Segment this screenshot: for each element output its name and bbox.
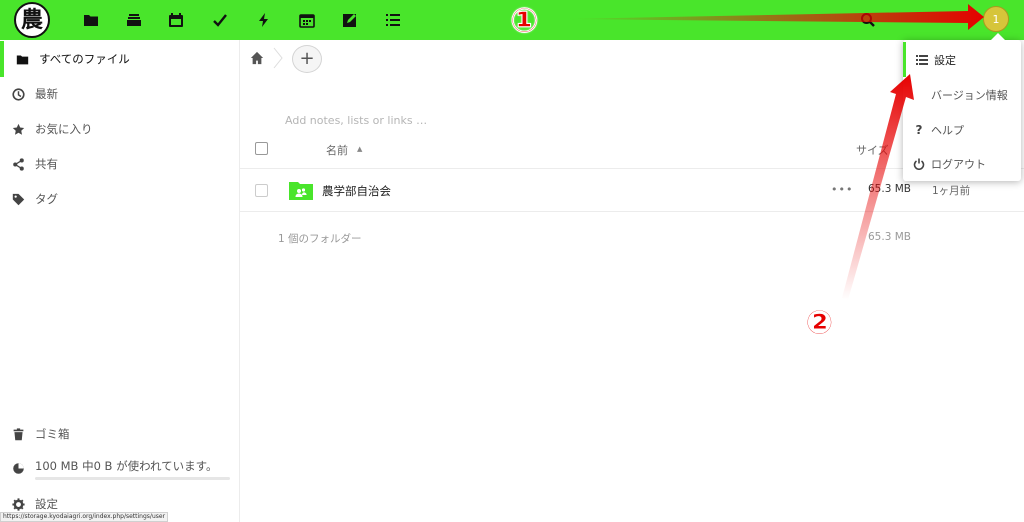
more-actions-icon[interactable]: ••• [831, 183, 853, 196]
trash-icon [10, 426, 26, 442]
help-icon: ? [915, 122, 923, 137]
power-icon [912, 157, 926, 171]
menu-item-about[interactable]: バージョン情報 [903, 77, 1021, 112]
files-app-icon[interactable] [79, 8, 103, 32]
sidebar-item-favorites[interactable]: お気に入り [0, 111, 239, 147]
sidebar-item-label: 最新 [35, 87, 58, 101]
menu-item-help[interactable]: ? ヘルプ [903, 112, 1021, 147]
tag-icon [10, 191, 26, 207]
summary-total-size: 65.3 MB [868, 231, 911, 243]
sidebar-item-label: タグ [35, 192, 58, 206]
calendar-app-icon[interactable] [164, 8, 188, 32]
sidebar-item-label: すべてのファイル [39, 52, 130, 66]
pie-chart-icon [10, 460, 26, 476]
file-size: 65.3 MB [868, 183, 911, 195]
logo[interactable]: 農 [14, 2, 50, 38]
add-new-button[interactable]: + [292, 45, 322, 73]
status-bar-url: https://storage.kyodaiagri.org/index.php… [0, 512, 169, 522]
deck-app-icon[interactable] [122, 8, 146, 32]
activity-app-icon[interactable] [252, 8, 276, 32]
sidebar-item-all-files[interactable]: すべてのファイル [0, 41, 239, 77]
menu-item-settings[interactable]: 設定 [903, 42, 1021, 77]
home-icon[interactable] [250, 51, 264, 65]
column-header-size[interactable]: サイズ [856, 142, 889, 158]
user-menu-dropdown: 設定 バージョン情報 ? ヘルプ ログアウト [903, 33, 1021, 181]
notes-app-icon[interactable] [338, 8, 362, 32]
gear-icon [10, 496, 26, 512]
settings-list-icon [915, 53, 929, 67]
star-icon [10, 121, 26, 137]
menu-item-label: ヘルプ [931, 123, 964, 137]
summary-folder-count: 1 個のフォルダー [278, 233, 362, 245]
row-checkbox[interactable] [255, 184, 268, 197]
menu-item-label: バージョン情報 [931, 88, 1008, 102]
quota-progress-bar [35, 477, 230, 480]
sidebar: すべてのファイル 最新 お気に入り 共有 タグ ゴミ箱 100 MB 中0 B … [0, 40, 240, 522]
menu-item-label: 設定 [934, 53, 956, 67]
breadcrumb-separator [273, 47, 283, 69]
logo-text: 農 [20, 7, 43, 33]
annotation-step-1: ① [510, 1, 540, 41]
sidebar-item-trash[interactable]: ゴミ箱 [0, 416, 239, 452]
menu-item-logout[interactable]: ログアウト [903, 146, 1021, 181]
tasks-app-icon[interactable] [208, 8, 232, 32]
avatar-text: 1 [992, 12, 1000, 26]
menu-item-label: ログアウト [931, 157, 986, 171]
info-icon [912, 88, 926, 102]
schedule-app-icon[interactable] [295, 8, 319, 32]
sidebar-item-label: 設定 [35, 497, 58, 511]
sidebar-item-tags[interactable]: タグ [0, 181, 239, 217]
file-modified: 1ヶ月前 [932, 185, 971, 197]
sidebar-item-shared[interactable]: 共有 [0, 146, 239, 182]
sidebar-item-recent[interactable]: 最新 [0, 76, 239, 112]
sort-ascending-icon: ▲ [357, 145, 363, 153]
annotation-step-2: ② [805, 303, 835, 343]
divider [240, 211, 1024, 212]
column-header-name[interactable]: 名前 [326, 142, 348, 158]
share-icon [10, 156, 26, 172]
select-all-checkbox[interactable] [255, 142, 268, 155]
folder-icon [14, 51, 30, 67]
file-name[interactable]: 農学部自治会 [322, 183, 391, 199]
notes-input[interactable] [285, 110, 685, 130]
search-icon[interactable] [860, 12, 876, 28]
sidebar-item-label: ゴミ箱 [35, 427, 70, 441]
sidebar-item-label: 共有 [35, 157, 58, 171]
quota-label: 100 MB 中0 B が使われています。 [35, 459, 218, 473]
sidebar-item-label: お気に入り [35, 122, 93, 136]
clock-icon [10, 86, 26, 102]
user-avatar[interactable]: 1 [983, 6, 1009, 32]
checklist-app-icon[interactable] [381, 8, 405, 32]
shared-folder-icon [289, 180, 313, 200]
